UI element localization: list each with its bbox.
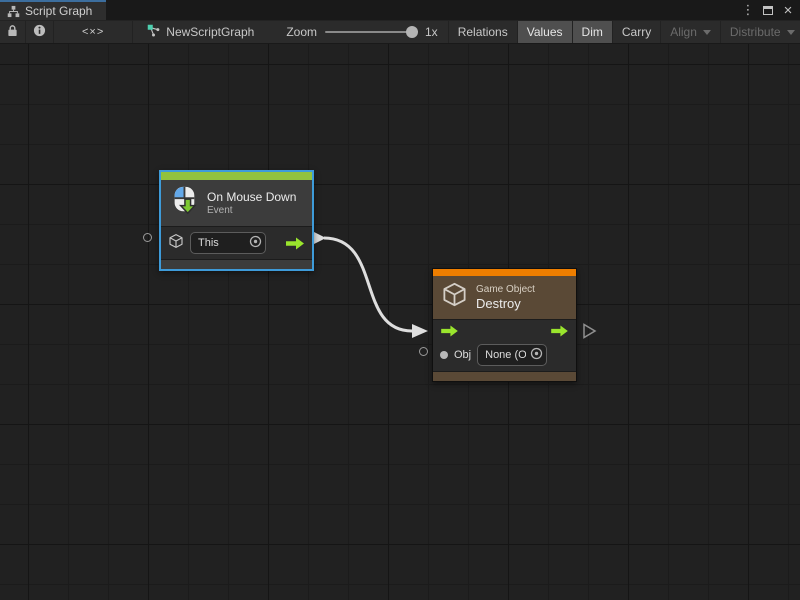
zoom-value: 1x bbox=[425, 25, 438, 39]
distribute-dropdown[interactable]: Distribute bbox=[721, 21, 800, 43]
graph-asset-icon bbox=[147, 24, 160, 40]
destroy-node-header: Game Object Destroy bbox=[433, 276, 576, 319]
menu-icon[interactable]: ⋮ bbox=[740, 2, 756, 18]
script-graph-window: Script Graph ⋮ × bbox=[0, 0, 800, 600]
event-target-port[interactable] bbox=[143, 233, 152, 242]
event-node-body: This bbox=[161, 226, 312, 259]
graph-reference[interactable]: NewScriptGraph bbox=[133, 21, 264, 43]
destroy-node-footer bbox=[433, 371, 576, 381]
node-on-mouse-down[interactable]: On Mouse Down Event This bbox=[159, 170, 314, 271]
zoom-slider-handle[interactable] bbox=[406, 26, 418, 38]
lock-icon bbox=[7, 24, 18, 40]
close-icon[interactable]: × bbox=[780, 2, 796, 18]
graph-tree-icon bbox=[7, 5, 20, 18]
inspect-button[interactable] bbox=[26, 21, 54, 43]
carry-button[interactable]: Carry bbox=[613, 21, 661, 43]
destroy-color-bar bbox=[433, 269, 576, 276]
event-node-subtitle: Event bbox=[207, 205, 296, 216]
object-picker-icon[interactable] bbox=[530, 347, 543, 363]
dim-button[interactable]: Dim bbox=[573, 21, 613, 43]
event-trigger-output-port[interactable] bbox=[285, 237, 305, 250]
zoom-label: Zoom bbox=[286, 25, 317, 39]
control-wire[interactable] bbox=[312, 231, 428, 338]
maximize-icon[interactable] bbox=[760, 2, 776, 18]
obj-value-field[interactable]: None (O bbox=[477, 344, 547, 366]
lock-button[interactable] bbox=[0, 21, 26, 43]
object-picker-icon[interactable] bbox=[249, 235, 262, 251]
info-icon bbox=[33, 24, 46, 40]
relations-button[interactable]: Relations bbox=[449, 21, 518, 43]
destroy-node-title: Destroy bbox=[476, 296, 535, 311]
cube-icon bbox=[168, 233, 184, 254]
event-target-field[interactable]: This bbox=[190, 232, 266, 254]
destroy-node-body: Obj None (O bbox=[433, 319, 576, 371]
event-node-title: On Mouse Down bbox=[207, 190, 296, 204]
tab-script-graph[interactable]: Script Graph bbox=[0, 0, 106, 20]
event-node-footer bbox=[161, 259, 312, 269]
node-destroy[interactable]: Game Object Destroy bbox=[432, 268, 577, 382]
zoom-slider[interactable] bbox=[325, 31, 417, 33]
zoom-control: Zoom 1x bbox=[264, 21, 447, 43]
event-color-bar bbox=[161, 172, 312, 180]
cube-icon bbox=[441, 281, 468, 313]
code-view-button[interactable]: <×> bbox=[54, 21, 133, 43]
destroy-node-category: Game Object bbox=[476, 284, 535, 295]
code-icon: <×> bbox=[82, 26, 104, 38]
toolbar-toggles: Relations Values Dim Carry Align Distrib… bbox=[448, 21, 800, 43]
destroy-output-arrow-icon[interactable] bbox=[584, 325, 595, 338]
chevron-down-icon bbox=[787, 30, 795, 35]
window-controls: ⋮ × bbox=[740, 0, 800, 20]
wire-layer bbox=[0, 44, 800, 600]
obj-value-port[interactable] bbox=[440, 351, 448, 359]
destroy-trigger-output-port[interactable] bbox=[550, 325, 569, 337]
tab-bar: Script Graph ⋮ × bbox=[0, 0, 800, 20]
mouse-down-icon bbox=[169, 185, 199, 220]
chevron-down-icon bbox=[703, 30, 711, 35]
destroy-trigger-input-port[interactable] bbox=[440, 325, 459, 337]
values-button[interactable]: Values bbox=[518, 21, 573, 43]
tab-label: Script Graph bbox=[25, 4, 92, 18]
graph-canvas[interactable]: On Mouse Down Event This bbox=[0, 44, 800, 600]
destroy-obj-port[interactable] bbox=[419, 347, 428, 356]
align-dropdown[interactable]: Align bbox=[661, 21, 721, 43]
event-node-header: On Mouse Down Event bbox=[161, 180, 312, 226]
obj-param-label: Obj bbox=[454, 349, 471, 361]
graph-name: NewScriptGraph bbox=[166, 25, 254, 39]
graph-toolbar: <×> NewScriptGraph Zoom 1x Relations Val… bbox=[0, 20, 800, 44]
